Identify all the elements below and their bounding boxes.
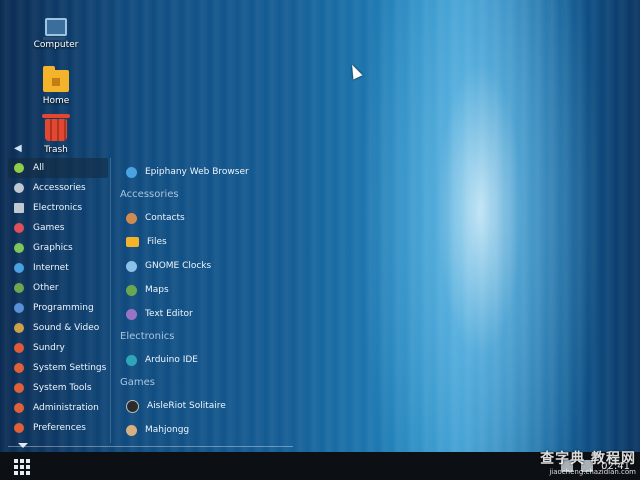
app-text-editor[interactable]: Text Editor <box>120 302 300 326</box>
app-mahjongg[interactable]: Mahjongg <box>120 418 300 442</box>
computer-icon <box>43 18 67 40</box>
category-label: Administration <box>33 403 99 413</box>
menu-pointer-icon <box>18 443 28 448</box>
home-folder-icon <box>43 66 69 92</box>
app-label: Files <box>147 237 167 247</box>
app-gnome-clocks[interactable]: GNOME Clocks <box>120 254 300 278</box>
clocks-icon <box>126 260 137 272</box>
section-header-games: Games <box>120 377 155 388</box>
category-all[interactable]: All <box>8 158 108 178</box>
category-accessories[interactable]: Accessories <box>8 178 108 198</box>
contacts-icon <box>126 212 137 224</box>
category-system-settings[interactable]: System Settings <box>8 358 108 378</box>
section-header-electronics: Electronics <box>120 331 175 342</box>
preferences-icon <box>14 423 24 433</box>
category-system-tools[interactable]: System Tools <box>8 378 108 398</box>
section-header-accessories: Accessories <box>120 189 179 200</box>
category-internet[interactable]: Internet <box>8 258 108 278</box>
app-label: AisleRiot Solitaire <box>147 401 226 411</box>
menu-bottom-line <box>8 446 293 447</box>
watermark-title: 查字典 教程网 <box>540 451 636 467</box>
category-label: Graphics <box>33 243 73 253</box>
app-aisleriot-solitaire[interactable]: AisleRiot Solitaire <box>120 394 300 418</box>
back-arrow-icon[interactable]: ◀ <box>14 143 24 154</box>
app-files[interactable]: Files <box>120 230 300 254</box>
games-icon <box>14 223 24 233</box>
category-label: All <box>33 163 45 173</box>
other-icon <box>14 283 24 293</box>
desktop-icon-label: Trash <box>44 145 68 155</box>
app-label: Mahjongg <box>145 425 190 435</box>
app-maps[interactable]: Maps <box>120 278 300 302</box>
system-settings-icon <box>14 363 24 373</box>
app-label: Contacts <box>145 213 185 223</box>
app-label: Epiphany Web Browser <box>145 167 249 177</box>
application-list: Epiphany Web Browser Accessories Contact… <box>120 160 300 442</box>
app-contacts[interactable]: Contacts <box>120 206 300 230</box>
epiphany-icon <box>126 166 137 178</box>
category-label: System Settings <box>33 363 107 373</box>
app-label: Maps <box>145 285 169 295</box>
watermark-url: jiaocheng.chazidian.com <box>549 468 636 476</box>
app-epiphany[interactable]: Epiphany Web Browser <box>120 160 300 184</box>
category-graphics[interactable]: Graphics <box>8 238 108 258</box>
solitaire-icon <box>126 399 139 413</box>
electronics-icon <box>14 203 24 213</box>
trash-icon <box>42 114 70 141</box>
all-icon <box>14 163 24 173</box>
app-launcher-grid-icon[interactable] <box>14 459 30 475</box>
app-label: Text Editor <box>145 309 193 319</box>
desktop-icon-home[interactable]: Home <box>26 66 86 106</box>
app-arduino-ide[interactable]: Arduino IDE <box>120 348 300 372</box>
category-games[interactable]: Games <box>8 218 108 238</box>
desktop-icon-label: Home <box>42 96 70 106</box>
graphics-icon <box>14 243 24 253</box>
category-sundry[interactable]: Sundry <box>8 338 108 358</box>
category-electronics[interactable]: Electronics <box>8 198 108 218</box>
menu-divider <box>110 158 111 443</box>
desktop-icon-label: Computer <box>33 40 79 50</box>
category-label: Sound & Video <box>33 323 100 333</box>
files-folder-icon <box>126 237 139 247</box>
watermark: 查字典 教程网 jiaocheng.chazidian.com <box>540 448 636 476</box>
category-list: All Accessories Electronics Games Graphi… <box>8 158 108 438</box>
category-preferences[interactable]: Preferences <box>8 418 108 438</box>
category-label: Accessories <box>33 183 86 193</box>
app-label: Arduino IDE <box>145 355 198 365</box>
programming-icon <box>14 303 24 313</box>
category-label: Preferences <box>33 423 86 433</box>
app-label: GNOME Clocks <box>145 261 212 271</box>
category-other[interactable]: Other <box>8 278 108 298</box>
internet-icon <box>14 263 24 273</box>
mouse-cursor-icon <box>347 62 363 80</box>
category-label: Internet <box>33 263 69 273</box>
administration-icon <box>14 403 24 413</box>
category-label: Sundry <box>33 343 65 353</box>
accessories-icon <box>14 183 24 193</box>
system-tools-icon <box>14 383 24 393</box>
sound-video-icon <box>14 323 24 333</box>
category-sound-video[interactable]: Sound & Video <box>8 318 108 338</box>
category-label: Electronics <box>33 203 83 213</box>
category-label: Other <box>33 283 59 293</box>
sundry-icon <box>14 343 24 353</box>
desktop-icon-trash[interactable]: Trash <box>26 114 86 155</box>
category-label: System Tools <box>33 383 92 393</box>
arduino-icon <box>126 354 137 366</box>
category-programming[interactable]: Programming <box>8 298 108 318</box>
mahjongg-icon <box>126 424 137 436</box>
desktop-icon-computer[interactable]: Computer <box>26 18 86 50</box>
maps-icon <box>126 284 137 296</box>
category-label: Programming <box>33 303 94 313</box>
category-label: Games <box>33 223 65 233</box>
category-administration[interactable]: Administration <box>8 398 108 418</box>
text-editor-icon <box>126 308 137 320</box>
